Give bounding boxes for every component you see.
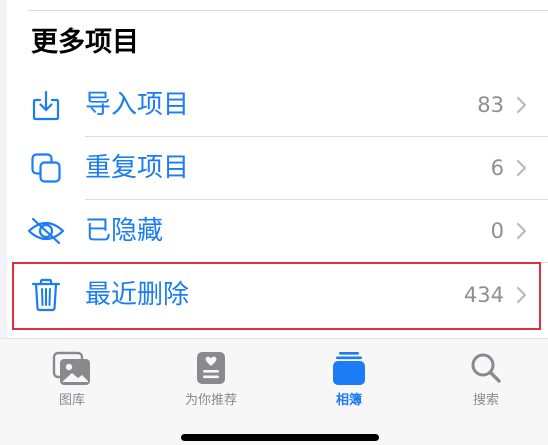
search-icon [466, 351, 506, 387]
home-indicator[interactable] [181, 434, 379, 441]
row-count: 83 [477, 93, 504, 117]
chevron-right-icon [514, 96, 528, 114]
tab-label: 搜索 [472, 393, 499, 408]
row-imports[interactable]: 导入项目 83 [7, 74, 548, 136]
row-label: 最近删除 [85, 280, 190, 310]
tab-label: 相簿 [335, 393, 362, 408]
top-divider [28, 10, 548, 11]
section-title: 更多项目 [31, 27, 139, 58]
tab-label: 图库 [58, 393, 85, 408]
tab-label: 为你推荐 [184, 393, 237, 408]
import-tray-icon [27, 86, 65, 124]
row-count: 0 [490, 219, 504, 243]
tab-for-you[interactable]: 为你推荐 [156, 351, 266, 415]
for-you-icon [191, 351, 231, 387]
row-duplicates[interactable]: 重复项目 6 [7, 137, 548, 199]
albums-screen: 更多项目 导入项目 83 重复项目 6 已隐藏 0 最近删除 434 图库 为你… [0, 0, 548, 445]
row-count: 6 [490, 156, 504, 180]
tab-bar: 图库 为你推荐 相簿 搜索 [0, 338, 548, 445]
row-label: 导入项目 [85, 90, 190, 120]
row-divider [85, 262, 548, 263]
row-hidden[interactable]: 已隐藏 0 [7, 200, 548, 262]
row-count: 434 [463, 283, 504, 307]
tab-albums[interactable]: 相簿 [294, 351, 404, 415]
chevron-right-icon [514, 286, 528, 304]
hidden-eye-icon [27, 212, 65, 250]
row-recently-deleted[interactable]: 最近删除 434 [7, 264, 548, 326]
albums-icon [329, 351, 369, 387]
chevron-right-icon [514, 159, 528, 177]
chevron-right-icon [514, 222, 528, 240]
duplicate-icon [27, 149, 65, 187]
row-label: 重复项目 [85, 153, 190, 183]
photos-library-icon [52, 351, 92, 387]
tab-search[interactable]: 搜索 [431, 351, 541, 415]
row-label: 已隐藏 [85, 216, 164, 246]
trash-icon [27, 276, 65, 314]
tab-library[interactable]: 图库 [17, 351, 127, 415]
